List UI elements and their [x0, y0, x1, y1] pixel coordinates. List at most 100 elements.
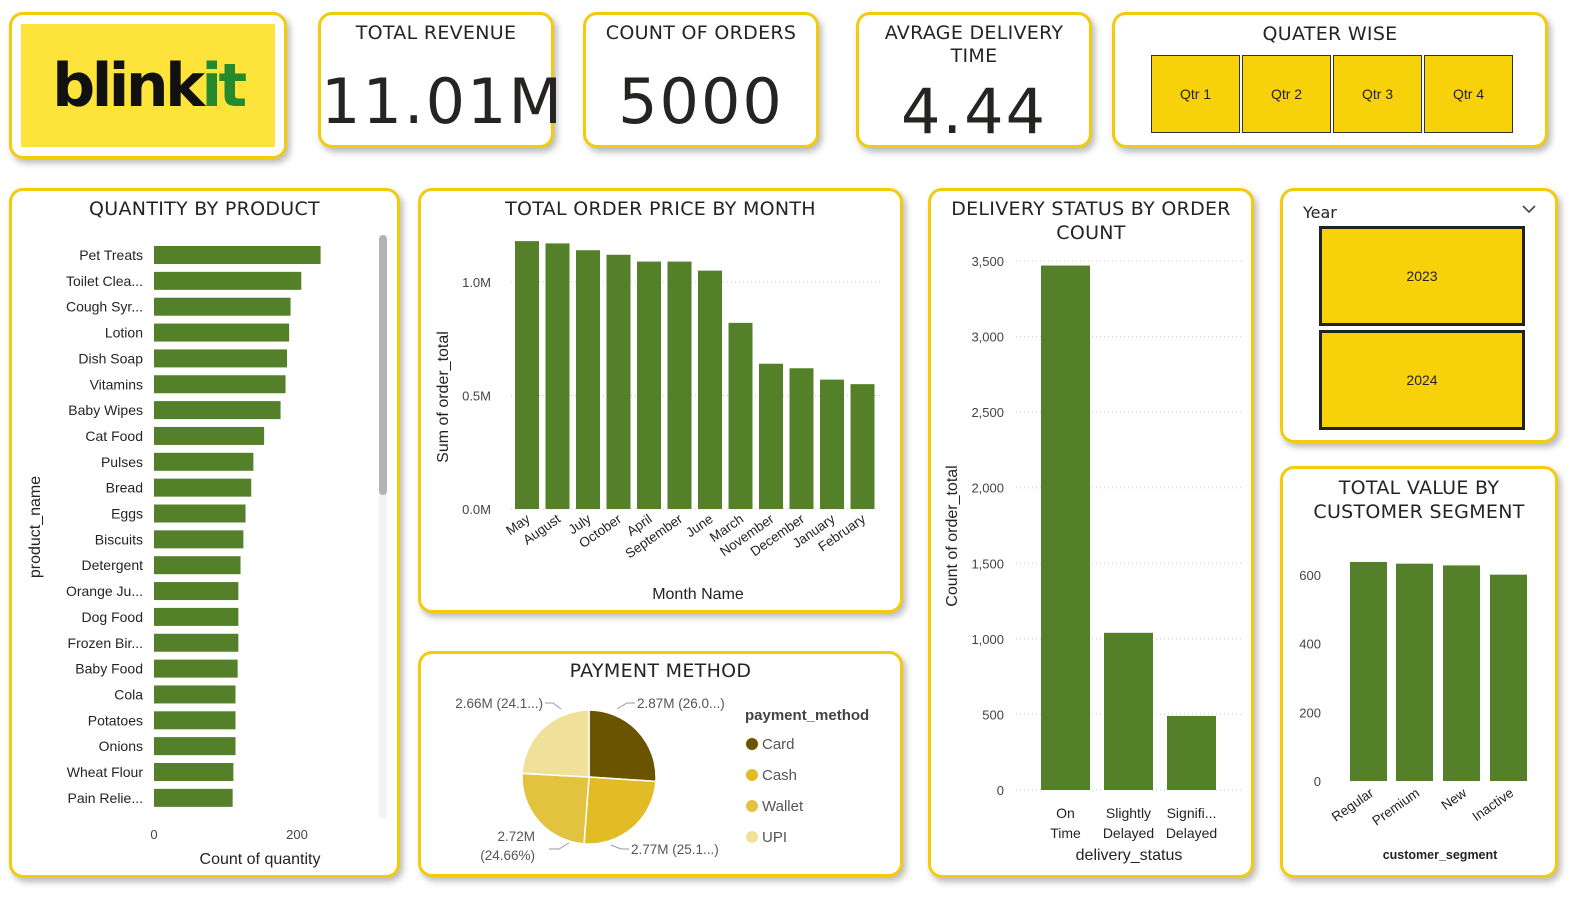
tick-label: 2,500 [971, 405, 1004, 420]
payment-method-card: PAYMENT METHOD 2.87M (26.0...) 2.77M (25.… [418, 651, 903, 877]
tick-label: Potatoes [88, 712, 143, 728]
bar [759, 363, 783, 509]
logo-text: blinkit [52, 50, 247, 121]
bar [154, 478, 252, 497]
tick-label: 500 [982, 707, 1004, 722]
tick-label: 400 [1299, 637, 1321, 652]
chevron-down-icon[interactable] [1519, 199, 1539, 219]
axis-label: customer_segment [1383, 848, 1498, 862]
kpi-average-delivery-time: AVRAGE DELIVERY TIME 4.44 [856, 12, 1092, 148]
year-option-2024[interactable]: 2024 [1319, 330, 1525, 430]
tick-label: Dish Soap [78, 350, 143, 366]
legend-marker [746, 738, 758, 750]
tick-label: 3,000 [971, 330, 1004, 345]
legend-marker [746, 800, 758, 812]
leader-line [549, 842, 570, 850]
tick-label: 1,000 [971, 632, 1004, 647]
tick-label: Dog Food [82, 609, 143, 625]
year-option-2023[interactable]: 2023 [1319, 226, 1525, 326]
tick-label: 600 [1299, 568, 1321, 583]
tick-label: 2,000 [971, 481, 1004, 496]
tick-label: Baby Food [75, 661, 143, 677]
legend-marker [746, 769, 758, 781]
data-label: (24.66%) [480, 848, 535, 863]
legend-label: Wallet [762, 798, 804, 815]
kpi-value: 5000 [618, 65, 784, 138]
bar [1104, 632, 1153, 790]
bar [667, 261, 692, 509]
leader-line [616, 702, 635, 710]
data-label: 2.87M (26.0...) [637, 696, 725, 711]
tick-label: 200 [286, 827, 308, 842]
quantity-by-product-card: QUANTITY BY PRODUCT Pet Treats Toilet Cle… [9, 188, 400, 878]
tick-label: Onions [99, 738, 143, 754]
tick-label: Pain Relie... [68, 790, 143, 806]
chart-title: QUANTITY BY PRODUCT [89, 198, 320, 220]
tick-label: Baby Wipes [68, 402, 143, 418]
bar [606, 254, 631, 509]
tick-label: 200 [1299, 705, 1321, 720]
kpi-title: COUNT OF ORDERS [605, 22, 797, 44]
tick-label: Cough Syr... [66, 299, 143, 315]
kpi-title-line1: AVRAGE DELIVERY [884, 22, 1064, 44]
bar [154, 633, 239, 652]
bar [154, 530, 244, 549]
kpi-value: 11.01M [321, 65, 564, 138]
legend-label: Cash [762, 767, 797, 784]
kpi-value: 4.44 [900, 75, 1048, 148]
chart-title-line1: DELIVERY STATUS BY ORDER [951, 198, 1231, 220]
customer-segment-chart: 0 200 400 600 RegularPremium New Inactive custo… [1299, 561, 1527, 862]
tick-label: Lotion [105, 325, 143, 341]
legend-label: Card [762, 736, 795, 753]
tick-label: Pet Treats [79, 247, 143, 263]
data-label: 2.72M [497, 829, 535, 844]
scrollbar-thumb[interactable] [379, 235, 387, 495]
bar [1167, 715, 1216, 790]
leader-line [610, 844, 629, 850]
kpi-count-of-orders: COUNT OF ORDERS 5000 [583, 12, 819, 148]
axis-label: Count of quantity [200, 851, 321, 868]
bar [154, 349, 287, 368]
slicer-title: QUATER WISE [1262, 23, 1398, 45]
kpi-title-line2: TIME [950, 45, 998, 67]
tick-label: Vitamins [90, 376, 143, 392]
bar [154, 659, 238, 678]
quarter-option-3[interactable]: Qtr 3 [1333, 55, 1422, 133]
chart-scrollbar[interactable] [379, 235, 387, 819]
tick-label: Eggs [111, 506, 143, 522]
axis-label: Count of order_total [944, 465, 961, 606]
bar [1490, 574, 1527, 781]
customer-segment-card: TOTAL VALUE BY CUSTOMER SEGMENT 0 200 400 6… [1280, 466, 1558, 878]
tick-label: Time [1050, 825, 1081, 841]
quarter-option-2[interactable]: Qtr 2 [1242, 55, 1331, 133]
bar [1443, 565, 1480, 781]
axis-label: Month Name [652, 586, 744, 603]
data-label: 2.66M (24.1...) [455, 696, 543, 711]
tick-label: 0 [1314, 774, 1321, 789]
year-slicer: Year 2023 2024 [1280, 188, 1558, 443]
pie-slice [588, 709, 657, 783]
tick-label: 1,500 [971, 556, 1004, 571]
bar [154, 246, 321, 264]
leader-line [545, 702, 562, 710]
tick-label: Bread [106, 480, 143, 496]
bar [728, 322, 753, 509]
tick-label: 0 [150, 827, 157, 842]
pie-slice [521, 709, 590, 778]
tick-label: Frozen Bir... [68, 635, 143, 651]
bar [576, 250, 600, 509]
tick-label: On [1056, 805, 1075, 821]
bar [545, 243, 570, 509]
chart-title-line2: COUNT [1056, 222, 1126, 244]
tick-label: New [1438, 785, 1469, 813]
chart-title-line2: CUSTOMER SEGMENT [1313, 501, 1525, 523]
bar [850, 384, 875, 509]
tick-label: Regular [1329, 785, 1377, 825]
order-price-by-month-card: TOTAL ORDER PRICE BY MONTH 0.0M 0.5M 1.0M M… [418, 188, 903, 613]
order-price-by-month-chart: 0.0M0.5M1.0MMayAugust JulyOctober AprilSep… [435, 241, 883, 603]
tick-label: Inactive [1470, 785, 1517, 824]
legend-marker [746, 831, 758, 843]
bar [154, 504, 246, 523]
quarter-option-1[interactable]: Qtr 1 [1151, 55, 1240, 133]
quarter-option-4[interactable]: Qtr 4 [1424, 55, 1513, 133]
